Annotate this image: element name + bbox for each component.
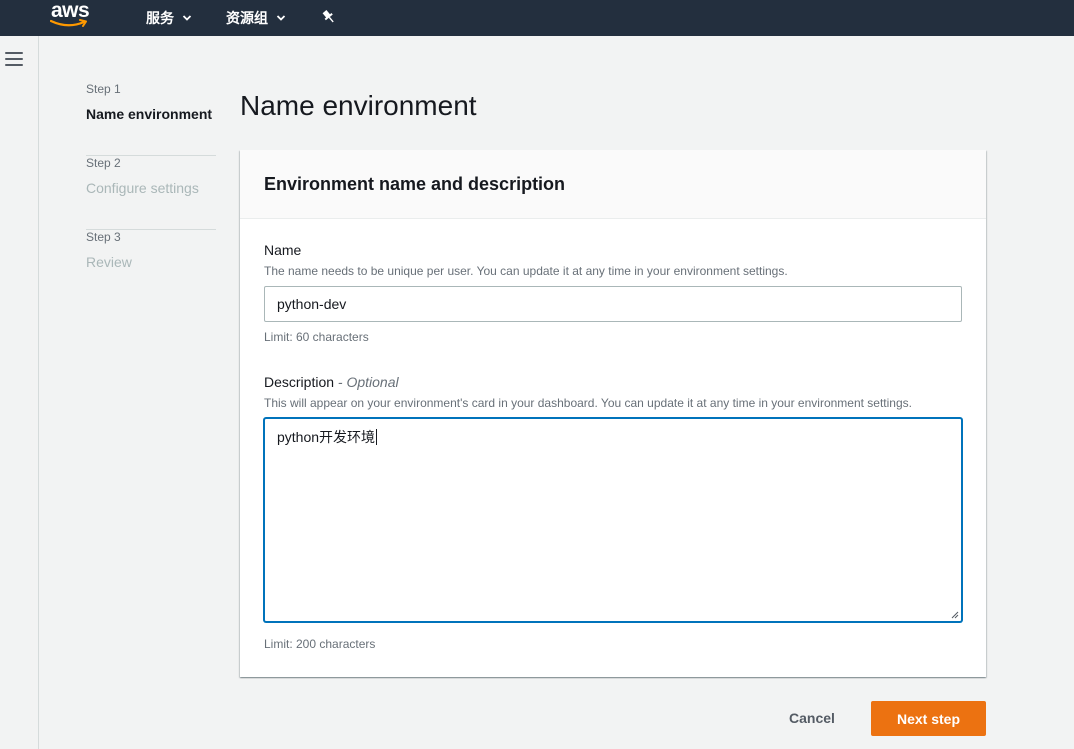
top-navigation-bar: aws 服务 资源组 xyxy=(0,0,1074,36)
step-label: Review xyxy=(86,254,132,270)
services-menu[interactable]: 服务 xyxy=(146,0,192,36)
cancel-button[interactable]: Cancel xyxy=(772,701,852,735)
description-field-help: This will appear on your environment's c… xyxy=(264,396,912,410)
panel-title: Environment name and description xyxy=(264,174,566,194)
chevron-down-icon xyxy=(276,15,286,21)
environment-panel: Environment name and description Name Th… xyxy=(240,150,986,677)
services-menu-label: 服务 xyxy=(146,11,174,27)
step-label: Configure settings xyxy=(86,180,199,196)
name-field-help: The name needs to be unique per user. Yo… xyxy=(264,264,788,278)
step-label: Name environment xyxy=(86,106,213,122)
description-label-text: Description xyxy=(264,374,335,390)
description-value: python开发环境 xyxy=(277,429,376,445)
name-input-value: python-dev xyxy=(277,296,347,312)
aws-smile-icon xyxy=(50,19,87,27)
resource-groups-menu[interactable]: 资源组 xyxy=(226,0,286,36)
step-number: Step 2 xyxy=(86,156,121,170)
description-limit-text: Limit: 200 characters xyxy=(264,637,376,651)
step-number: Step 3 xyxy=(86,230,121,244)
description-textarea[interactable]: python开发环境 xyxy=(264,418,962,622)
text-caret xyxy=(376,429,378,445)
name-input[interactable]: python-dev xyxy=(264,286,962,322)
step-number: Step 1 xyxy=(86,82,121,96)
resource-groups-menu-label: 资源组 xyxy=(226,11,268,27)
wizard-steps: Step 1 Name environment Step 2 Configure… xyxy=(86,82,216,304)
left-rail xyxy=(0,36,39,749)
step-1[interactable]: Step 1 Name environment xyxy=(86,82,216,156)
hamburger-menu-icon[interactable] xyxy=(5,52,23,66)
next-step-button[interactable]: Next step xyxy=(871,701,986,736)
chevron-down-icon xyxy=(182,15,192,21)
step-3: Step 3 Review xyxy=(86,230,216,304)
description-field-label: Description - Optional xyxy=(264,374,399,390)
name-limit-text: Limit: 60 characters xyxy=(264,330,369,344)
name-field-label: Name xyxy=(264,242,302,258)
pin-icon[interactable] xyxy=(320,8,338,26)
page-title: Name environment xyxy=(240,90,477,121)
panel-header: Environment name and description xyxy=(240,150,986,219)
step-2: Step 2 Configure settings xyxy=(86,156,216,230)
optional-tag: - Optional xyxy=(334,374,399,390)
aws-logo[interactable]: aws xyxy=(48,0,98,32)
resize-handle-icon[interactable] xyxy=(950,610,959,619)
